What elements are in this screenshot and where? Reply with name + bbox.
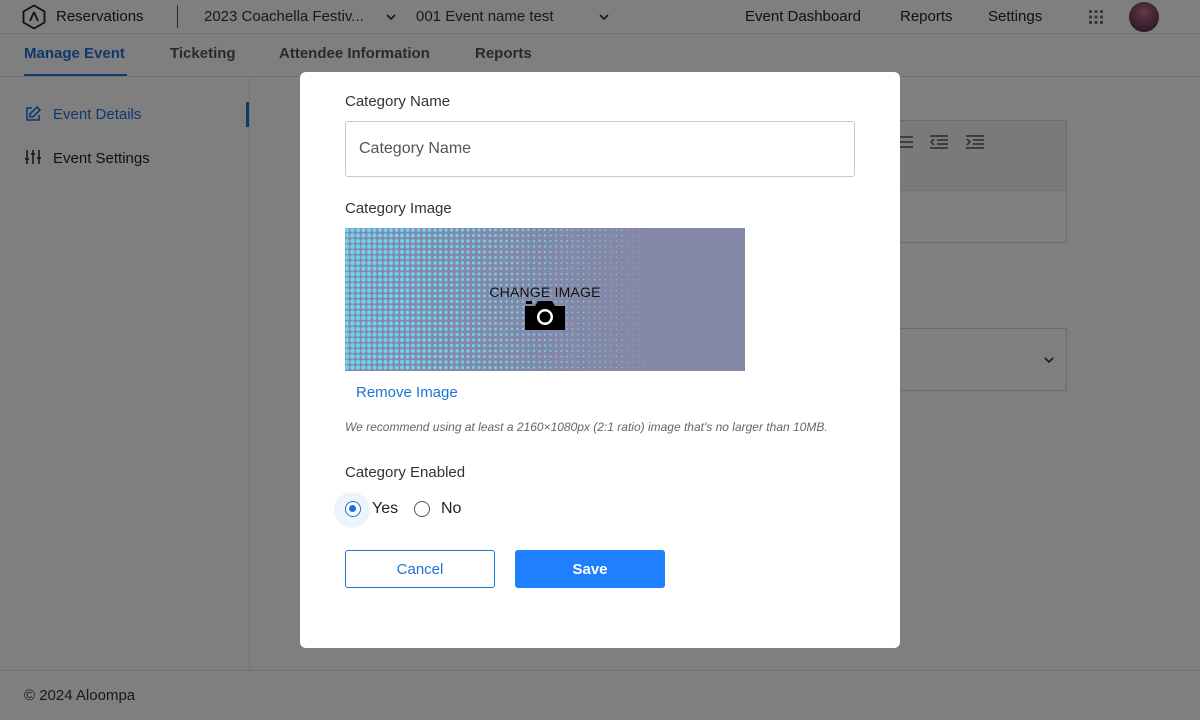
category-enabled-label: Category Enabled xyxy=(345,464,466,481)
category-name-label: Category Name xyxy=(345,93,451,110)
radio-circle[interactable] xyxy=(414,501,430,517)
camera-icon xyxy=(525,301,565,330)
remove-image-link[interactable]: Remove Image xyxy=(356,384,458,401)
cancel-button[interactable]: Cancel xyxy=(345,550,495,588)
change-image-label: CHANGE IMAGE xyxy=(489,284,601,300)
radio-label: No xyxy=(441,500,462,517)
category-name-input[interactable] xyxy=(345,121,855,177)
image-hint: We recommend using at least a 2160×1080p… xyxy=(345,420,828,434)
category-image-label: Category Image xyxy=(345,200,452,217)
radio-label: Yes xyxy=(372,500,399,517)
save-button[interactable]: Save xyxy=(515,550,665,588)
category-image-upload[interactable]: CHANGE IMAGE xyxy=(345,228,745,371)
category-modal: Category Name Category Image CHANGE IMAG… xyxy=(300,72,900,648)
radio-circle[interactable] xyxy=(345,501,361,517)
